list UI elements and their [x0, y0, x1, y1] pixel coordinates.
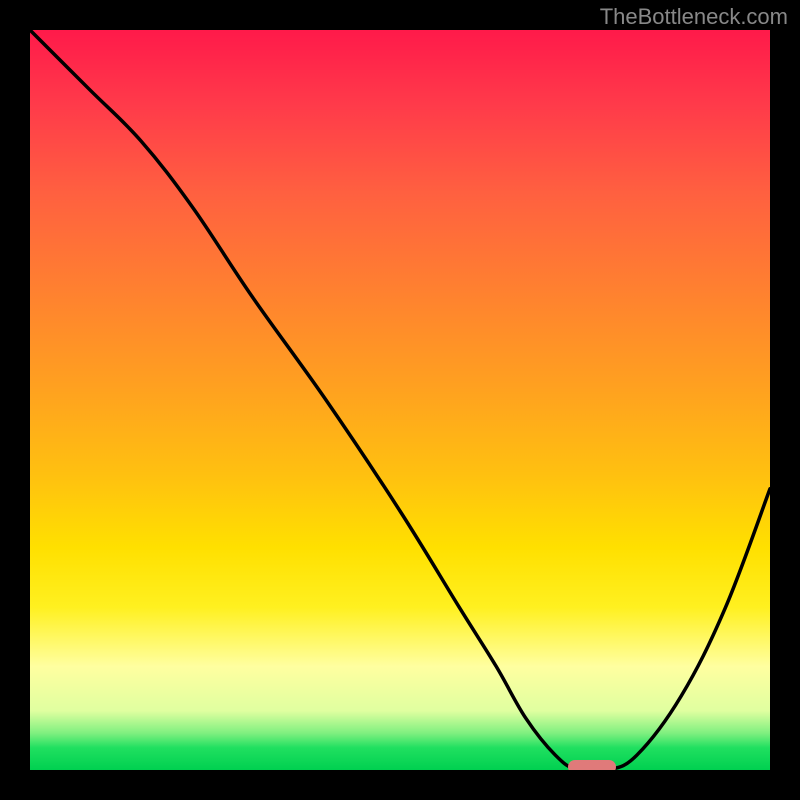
optimal-point-marker	[568, 760, 616, 770]
chart-plot-area	[30, 30, 770, 770]
chart-line-svg	[30, 30, 770, 770]
bottleneck-curve	[30, 30, 770, 770]
watermark-text: TheBottleneck.com	[600, 4, 788, 30]
